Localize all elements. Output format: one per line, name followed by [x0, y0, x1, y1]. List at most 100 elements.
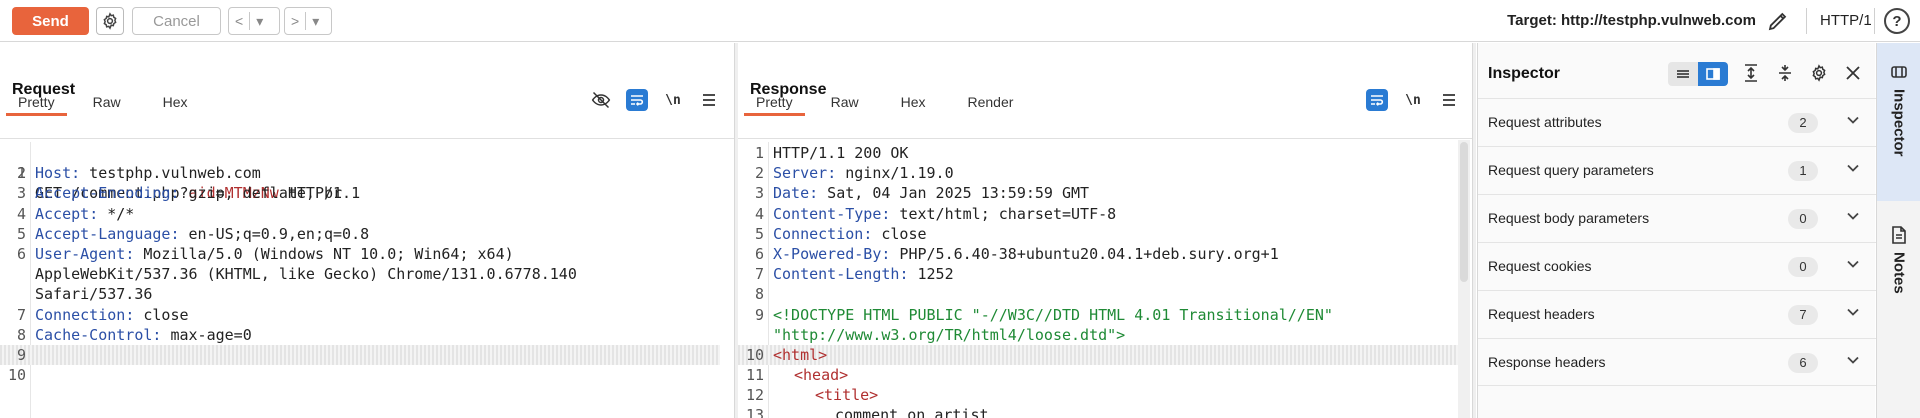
tab-response-hex[interactable]: Hex — [889, 92, 938, 116]
sidebar-tab-notes[interactable]: Notes — [1877, 218, 1920, 368]
response-tab-divider — [738, 138, 1472, 139]
request-header-line: 3 Accept-Encoding: gzip, deflate, br — [0, 183, 720, 203]
chevron-down-icon[interactable] — [1846, 257, 1860, 274]
inspector-panel: Inspector Request attributes 2 Request q… — [1477, 43, 1876, 418]
response-scrollbar[interactable] — [1458, 140, 1470, 418]
newline-icon: \n — [1405, 92, 1421, 108]
send-button[interactable]: Send — [12, 7, 89, 35]
hamburger-icon — [703, 94, 715, 106]
header-value: gzip, deflate, br — [179, 184, 343, 203]
edit-target-button[interactable] — [1766, 9, 1790, 33]
inspector-section-request-query-parameters[interactable]: Request query parameters 1 — [1478, 146, 1876, 194]
line-number: 5 — [754, 224, 764, 243]
title-text: comment on artist — [835, 406, 989, 418]
line-number: 9 — [16, 345, 26, 364]
chevron-down-icon[interactable] — [1846, 161, 1860, 178]
header-name: Connection — [773, 224, 864, 243]
tab-request-pretty[interactable]: Pretty — [6, 92, 67, 116]
forward-button[interactable]: > — [285, 13, 305, 29]
close-inspector-button[interactable] — [1842, 62, 1864, 84]
sidebar-tab-inspector[interactable]: Inspector — [1877, 43, 1920, 201]
eye-slash-icon — [591, 91, 611, 109]
tab-request-raw[interactable]: Raw — [81, 92, 133, 116]
inspector-panel-view-button[interactable] — [1698, 62, 1728, 86]
forward-dropdown[interactable]: ▾ — [306, 13, 325, 30]
request-header-line: 4 Accept: */* — [0, 204, 720, 224]
cancel-button[interactable]: Cancel — [132, 7, 221, 35]
collapse-all-button[interactable] — [1774, 62, 1796, 84]
line-number: 8 — [754, 285, 764, 304]
request-header-line: 8 Cache-Control: max-age=0 — [0, 325, 720, 345]
inspector-title: Inspector — [1488, 65, 1561, 82]
response-newline-toggle-button[interactable]: \n — [1402, 89, 1424, 111]
back-button[interactable]: < — [229, 13, 249, 29]
hide-eye-button[interactable] — [590, 89, 612, 111]
header-name: X-Powered-By — [773, 244, 882, 263]
response-word-wrap-button[interactable] — [1366, 89, 1388, 111]
inspector-section-request-body-parameters[interactable]: Request body parameters 0 — [1478, 194, 1876, 242]
inspector-section-request-attributes[interactable]: Request attributes 2 — [1478, 98, 1876, 146]
response-body-line: "http://www.w3.org/TR/html4/loose.dtd"> — [738, 325, 1458, 345]
request-wrapped-line: Safari/537.36 — [0, 284, 720, 304]
request-panel: Request Pretty Raw Hex \n 1 GET /comment… — [0, 43, 734, 418]
line-number: 1 — [754, 144, 764, 162]
inspector-section-request-cookies[interactable]: Request cookies 0 — [1478, 242, 1876, 290]
request-tabs: Pretty Raw Hex — [6, 92, 218, 116]
close-icon — [1846, 66, 1860, 80]
newline-toggle-button[interactable]: \n — [662, 89, 684, 111]
request-editor[interactable]: 1 GET /comment.php?aid=MTMzNw HTTP/1.1 2… — [0, 143, 720, 385]
inspector-settings-button[interactable] — [1808, 62, 1830, 84]
back-dropdown[interactable]: ▾ — [250, 13, 269, 30]
settings-button[interactable] — [96, 7, 124, 35]
header-value: text/html; charset=UTF-8 — [890, 204, 1117, 223]
tab-response-pretty[interactable]: Pretty — [744, 92, 805, 116]
inspector-section-response-headers[interactable]: Response headers 6 — [1478, 338, 1876, 386]
response-menu-button[interactable] — [1438, 89, 1460, 111]
tab-response-raw[interactable]: Raw — [819, 92, 871, 116]
tab-request-hex[interactable]: Hex — [151, 92, 200, 116]
header-value-continued: Safari/537.36 — [35, 285, 153, 304]
header-value: close — [134, 305, 189, 324]
expand-all-button[interactable] — [1740, 62, 1762, 84]
header-name: Content-Length — [773, 265, 900, 284]
wrap-icon — [1371, 95, 1384, 106]
response-scrollbar-thumb[interactable] — [1460, 142, 1468, 282]
request-header-line: 6 User-Agent: Mozilla/5.0 (Windows NT 10.… — [0, 244, 720, 264]
line-number: 3 — [754, 184, 764, 203]
header-value: */* — [98, 204, 135, 223]
gear-icon — [1812, 64, 1826, 82]
chevron-down-icon[interactable] — [1846, 113, 1860, 130]
panel-divider[interactable] — [1472, 43, 1476, 418]
chevron-down-icon[interactable] — [1846, 353, 1860, 370]
request-line: 1 GET /comment.php?aid=MTMzNw HTTP/1.1 — [0, 143, 720, 202]
http-version-selector[interactable]: HTTP/1 — [1820, 12, 1872, 29]
chevron-down-icon[interactable] — [1846, 209, 1860, 226]
line-number: 6 — [754, 244, 764, 263]
inspector-icon — [1891, 66, 1907, 78]
request-menu-button[interactable] — [698, 89, 720, 111]
header-name: Connection — [35, 305, 126, 324]
help-button[interactable]: ? — [1884, 8, 1910, 34]
header-value: nginx/1.19.0 — [836, 164, 954, 183]
header-value: max-age=0 — [161, 325, 252, 344]
response-editor[interactable]: 1 HTTP/1.1 200 OK 2 Server: nginx/1.19.0 3… — [738, 143, 1458, 418]
header-name: Accept — [35, 204, 90, 223]
inspector-list-view-button[interactable] — [1668, 62, 1698, 86]
inspector-section-request-headers[interactable]: Request headers 7 — [1478, 290, 1876, 338]
doctype-text: <!DOCTYPE HTML PUBLIC "-//W3C//DTD HTML … — [773, 305, 1333, 324]
header-name: User-Agent — [35, 244, 126, 263]
section-count-badge: 1 — [1788, 161, 1818, 181]
line-number: 10 — [745, 345, 764, 364]
response-tabs: Pretty Raw Hex Render — [744, 92, 1043, 116]
line-number: 11 — [745, 366, 764, 385]
right-sidebar: Inspector Notes — [1876, 43, 1920, 418]
tab-response-render[interactable]: Render — [956, 92, 1026, 116]
word-wrap-button[interactable] — [626, 89, 648, 111]
request-tab-divider — [0, 138, 734, 139]
panel-icon — [1706, 68, 1720, 80]
request-empty-line: 9 — [0, 344, 720, 366]
line-number: 12 — [745, 386, 764, 405]
chevron-down-icon[interactable] — [1846, 305, 1860, 322]
line-number: 10 — [7, 366, 26, 385]
response-header-line: 7 Content-Length: 1252 — [738, 264, 1458, 284]
